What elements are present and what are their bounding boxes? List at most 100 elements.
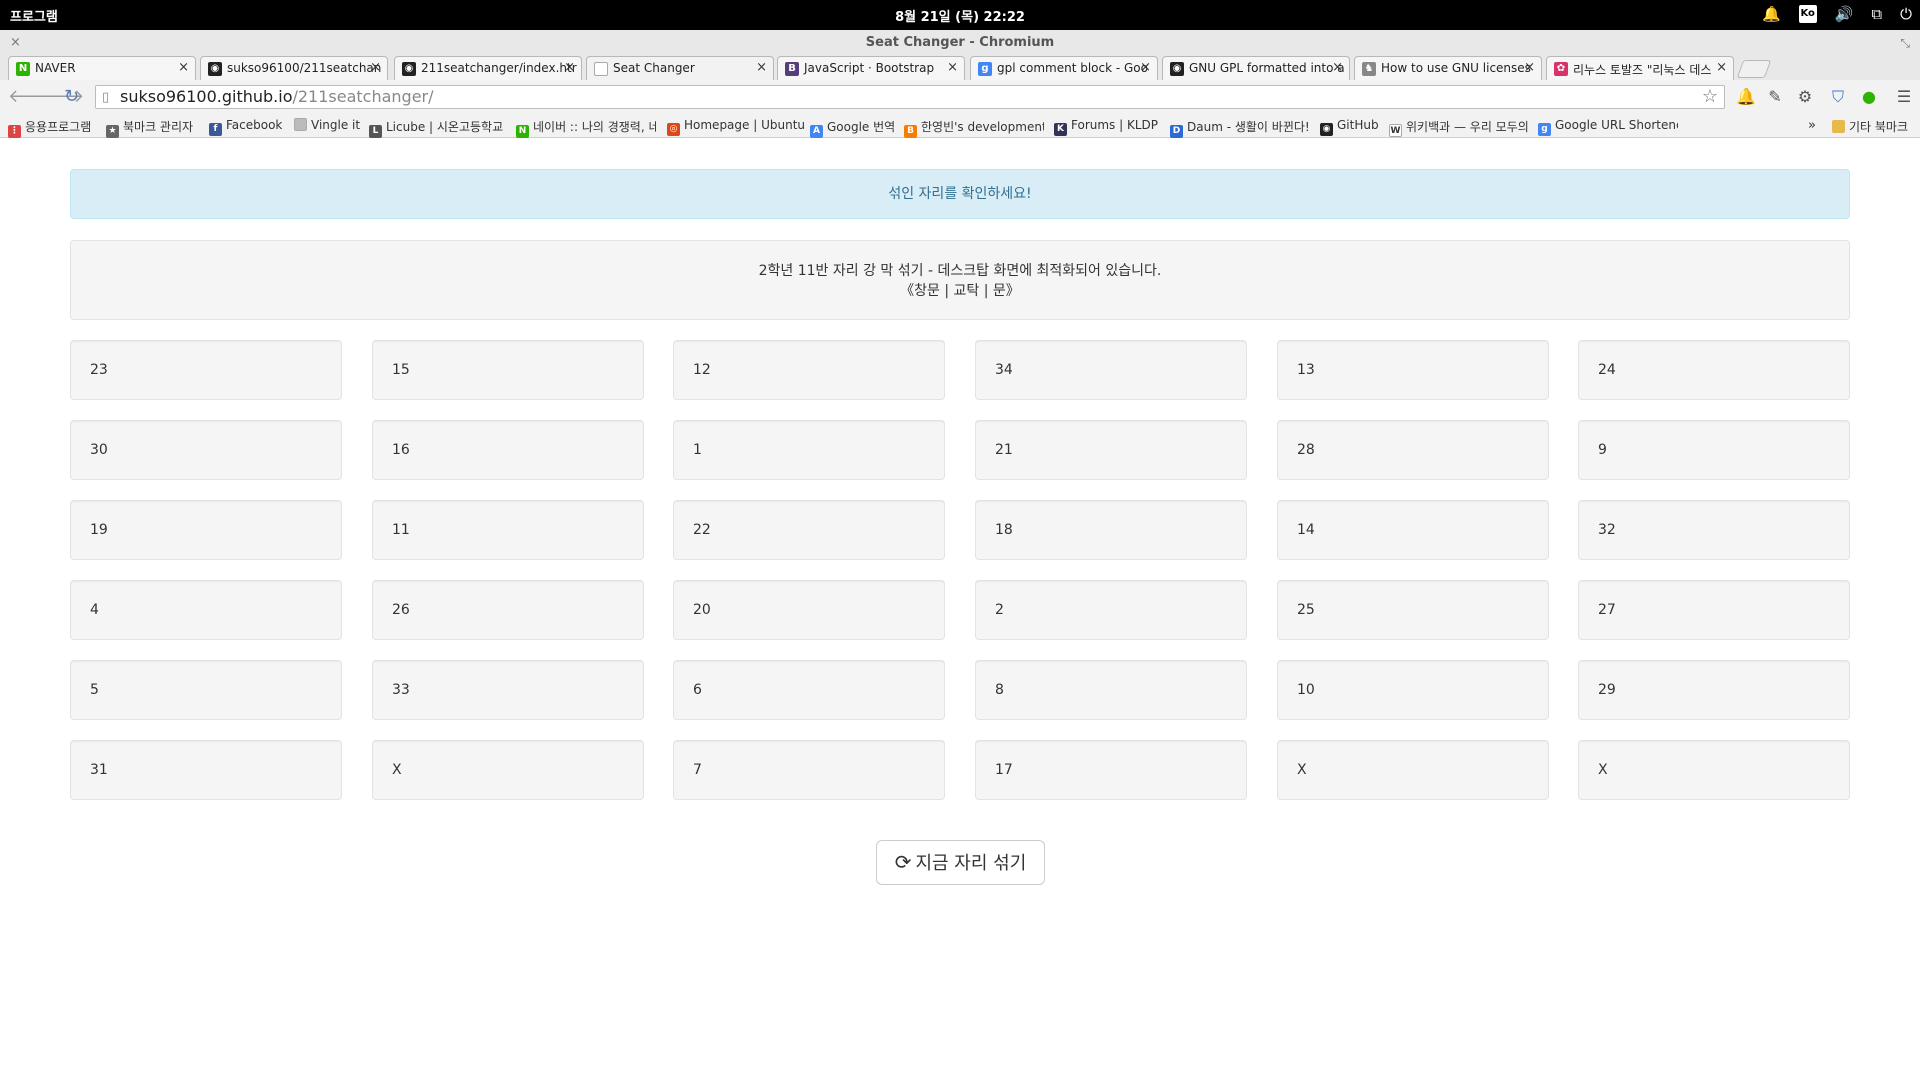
seat-cell: 16	[372, 420, 644, 480]
window-close-icon[interactable]: ×	[10, 30, 21, 56]
seat-cell: 28	[1277, 420, 1549, 480]
browser-tab[interactable]: ✿ 리누스 토발즈 "리눅스 데스 ×	[1546, 56, 1734, 80]
seat-cell: 25	[1277, 580, 1549, 640]
seat-cell: 8	[975, 660, 1247, 720]
green-extension-icon[interactable]: ●	[1859, 87, 1879, 107]
bookmark-item[interactable]: K Forums | KLDP	[1054, 118, 1158, 136]
bookmark-favicon-icon: ◉	[1320, 123, 1333, 136]
seat-cell: 22	[673, 500, 945, 560]
seat-cell: 11	[372, 500, 644, 560]
tab-label: NAVER	[35, 61, 76, 75]
bookmark-item[interactable]: A Google 번역	[810, 118, 895, 138]
pushbullet-extension-icon[interactable]: ✎	[1765, 87, 1785, 107]
input-method-indicator[interactable]: Ko	[1798, 5, 1817, 23]
bookmark-item[interactable]: f Facebook	[209, 118, 282, 136]
browser-tab[interactable]: N NAVER ×	[8, 56, 196, 80]
tab-strip: N NAVER × ◉ sukso96100/211seatchan × ◉ 211seatc…	[0, 56, 1920, 80]
bookmark-item[interactable]: g Google URL Shortener	[1538, 118, 1678, 136]
browser-tab[interactable]: ◉ 211seatchanger/index.htr ×	[394, 56, 582, 80]
bookmark-item[interactable]: N 네이버 :: 나의 경쟁력, 네	[516, 118, 656, 138]
bookmark-label: Google URL Shortener	[1555, 118, 1678, 132]
power-icon[interactable]: ⏻	[1900, 4, 1912, 24]
chrome-menu-icon[interactable]: ☰	[1894, 87, 1914, 107]
browser-tab[interactable]: B JavaScript · Bootstrap ×	[777, 56, 965, 80]
tab-label: sukso96100/211seatchan	[227, 61, 382, 75]
tab-favicon-icon: N	[16, 62, 30, 76]
bookmark-label: Forums | KLDP	[1071, 118, 1158, 132]
tab-close-icon[interactable]: ×	[370, 60, 381, 75]
tab-close-icon[interactable]: ×	[1140, 60, 1151, 75]
bookmark-star-icon[interactable]: ☆	[1702, 86, 1718, 108]
bookmark-item[interactable]: ⋮ 응용프로그램	[8, 118, 91, 138]
browser-tab[interactable]: ◉ sukso96100/211seatchan ×	[200, 56, 388, 80]
browser-tab[interactable]: g gpl comment block - Goo ×	[970, 56, 1158, 80]
bookmark-item[interactable]: B 한영빈's development	[904, 118, 1044, 138]
tab-close-icon[interactable]: ×	[1332, 60, 1343, 75]
browser-tab[interactable]: ◉ GNU GPL formatted into a ×	[1162, 56, 1350, 80]
seat-cell: 29	[1578, 660, 1850, 720]
bookmark-label: 한영빈's development	[921, 120, 1044, 134]
bookmark-item[interactable]: Vingle it	[294, 118, 360, 132]
shuffle-seats-button[interactable]: ⟳ 지금 자리 섞기	[876, 840, 1045, 885]
volume-icon[interactable]: 🔊	[1835, 4, 1854, 24]
seat-cell: 17	[975, 740, 1247, 800]
seat-cell: 24	[1578, 340, 1850, 400]
bookmark-item[interactable]: D Daum - 생활이 바뀐다!	[1170, 118, 1310, 138]
seat-cell: 4	[70, 580, 342, 640]
seat-cell: 30	[70, 420, 342, 480]
bookmark-item[interactable]: L Licube | 시온고등학교	[369, 118, 503, 138]
seat-cell: 20	[673, 580, 945, 640]
bookmark-favicon-icon: W	[1389, 124, 1402, 137]
bookmark-item[interactable]: ◉ GitHub	[1320, 118, 1379, 136]
tab-close-icon[interactable]: ×	[1716, 60, 1727, 75]
tab-favicon-icon: g	[978, 62, 992, 76]
bookmark-favicon-icon: K	[1054, 123, 1067, 136]
bookmark-label: Daum - 생활이 바뀐다!	[1187, 120, 1310, 134]
window-maximize-icon[interactable]: ⤡	[1900, 30, 1910, 56]
seat-cell: 26	[372, 580, 644, 640]
tab-label: JavaScript · Bootstrap	[804, 61, 935, 75]
seat-cell: X	[1578, 740, 1850, 800]
bookmark-item[interactable]: W 위키백과 — 우리 모두의	[1389, 118, 1529, 137]
reload-icon[interactable]: ↻	[64, 86, 79, 107]
puzzle-extension-icon[interactable]: ⚙	[1795, 87, 1815, 107]
notification-bell-icon[interactable]: 🔔	[1762, 4, 1781, 24]
seat-cell: 12	[673, 340, 945, 400]
seat-cell: 19	[70, 500, 342, 560]
notification-extension-icon[interactable]: 🔔	[1736, 87, 1756, 107]
tab-close-icon[interactable]: ×	[947, 60, 958, 75]
system-clock[interactable]: 8월 21일 (목) 22:22	[0, 6, 1920, 25]
other-bookmarks-folder[interactable]: 기타 북마크	[1832, 118, 1908, 135]
browser-toolbar: 🡐 🡒 ↻ ▯ sukso96100.github.io/211seatchan…	[0, 80, 1920, 114]
url-host: sukso96100.github.io	[120, 87, 293, 106]
bookmark-favicon-icon: A	[810, 125, 823, 138]
seat-cell: 10	[1277, 660, 1549, 720]
shield-extension-icon[interactable]: ⛉	[1828, 87, 1848, 107]
seat-cell: 27	[1578, 580, 1850, 640]
classroom-orientation-label: 《창문 | 교탁 | 문》	[900, 283, 1020, 299]
tab-close-icon[interactable]: ×	[564, 60, 575, 75]
bookmarks-overflow-icon[interactable]: »	[1808, 118, 1816, 133]
bookmark-label: 북마크 관리자	[123, 120, 194, 134]
bookmark-favicon-icon: g	[1538, 123, 1551, 136]
page-icon: ▯	[102, 90, 110, 105]
bookmark-label: 위키백과 — 우리 모두의	[1406, 120, 1529, 134]
address-bar[interactable]: ▯ sukso96100.github.io/211seatchanger/ ☆	[95, 85, 1725, 109]
new-tab-button[interactable]	[1736, 60, 1772, 78]
bookmark-item[interactable]: ★ 북마크 관리자	[106, 118, 193, 138]
folder-icon	[1832, 120, 1845, 133]
bookmark-label: 네이버 :: 나의 경쟁력, 네	[533, 120, 656, 134]
tab-close-icon[interactable]: ×	[178, 60, 189, 75]
seat-cell: 33	[372, 660, 644, 720]
tab-close-icon[interactable]: ×	[1524, 60, 1535, 75]
class-info-panel: 2학년 11반 자리 강 막 섞기 - 데스크탑 화면에 최적화되어 있습니다.…	[70, 240, 1850, 320]
browser-tab[interactable]: ♞ How to use GNU licenses ×	[1354, 56, 1542, 80]
tab-favicon-icon: ◉	[402, 62, 416, 76]
tab-close-icon[interactable]: ×	[756, 60, 767, 75]
bookmark-favicon-icon: ◎	[667, 123, 680, 136]
network-icon[interactable]: ⧉	[1871, 4, 1882, 24]
browser-tab[interactable]: Seat Changer ×	[586, 56, 774, 80]
seat-cell: 15	[372, 340, 644, 400]
tab-label: 리누스 토발즈 "리눅스 데스	[1573, 63, 1712, 77]
bookmark-item[interactable]: ◎ Homepage | Ubuntu	[667, 118, 805, 136]
